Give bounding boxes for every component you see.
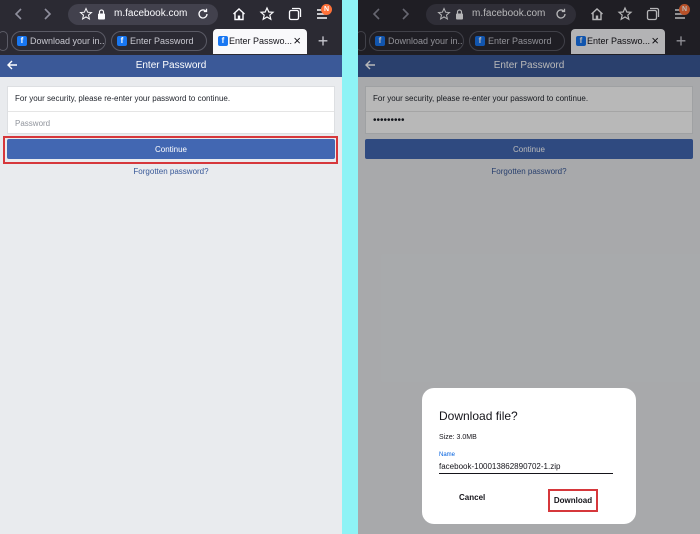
chevron-left-icon (14, 8, 22, 20)
tab-strip: f Download your in... f Enter Password f… (0, 29, 342, 54)
download-button[interactable]: Download (548, 489, 598, 512)
browser-toolbar: m.facebook.com N (0, 0, 342, 28)
continue-highlight-box (3, 136, 338, 164)
home-icon[interactable] (231, 6, 247, 22)
right-screenshot-panel: m.facebook.com N f Download your in... f… (358, 0, 700, 534)
tab-label: Download your in... (30, 36, 106, 46)
lock-icon (98, 9, 105, 20)
profile-badge: N (321, 4, 332, 15)
file-name-label: Name (439, 452, 456, 458)
tab-label: Enter Passwo... (229, 36, 293, 46)
chevron-right-icon (44, 8, 52, 20)
bookmark-star-icon[interactable] (79, 7, 93, 21)
forgot-password-link[interactable]: Forgotten password? (0, 167, 342, 176)
tab-enter-password-active[interactable]: f Enter Passwo... × (213, 29, 307, 54)
file-name-input[interactable] (439, 460, 613, 474)
password-card: For your security, please re-enter your … (7, 86, 335, 134)
file-size: Size: 3.0MB (439, 434, 477, 441)
page-content: For your security, please re-enter your … (0, 77, 342, 534)
security-message: For your security, please re-enter your … (15, 94, 231, 103)
url-bar[interactable]: m.facebook.com (68, 4, 218, 25)
tab-enter-password[interactable]: f Enter Password (111, 31, 207, 51)
facebook-favicon-icon: f (117, 36, 127, 46)
cancel-button[interactable]: Cancel (459, 493, 485, 502)
browser-chrome: m.facebook.com N f Download your in... f… (0, 0, 342, 55)
facebook-favicon-icon: f (218, 36, 228, 46)
new-tab-button[interactable]: + (313, 31, 333, 51)
facebook-favicon-icon: f (17, 36, 27, 46)
download-dialog: Download file? Size: 3.0MB Name Cancel D… (422, 388, 636, 524)
bookmarks-star-icon[interactable] (259, 6, 275, 22)
tab-download-info[interactable]: f Download your in... (11, 31, 106, 51)
password-input[interactable] (15, 116, 325, 130)
tab-label: Enter Password (130, 36, 194, 46)
tab-offscreen[interactable] (0, 31, 8, 51)
back-button[interactable] (9, 4, 29, 24)
card-divider (8, 111, 334, 112)
reload-icon[interactable] (196, 7, 210, 21)
tabs-counter-icon[interactable] (287, 6, 303, 22)
panel-divider (342, 0, 358, 534)
left-screenshot-panel: m.facebook.com N f Download your in... f… (0, 0, 342, 534)
close-icon[interactable]: × (293, 29, 301, 53)
page-title: Enter Password (135, 60, 207, 71)
url-text: m.facebook.com (114, 8, 188, 19)
dialog-title: Download file? (439, 409, 518, 423)
forward-button[interactable] (37, 4, 57, 24)
page-header: Enter Password (0, 55, 342, 77)
